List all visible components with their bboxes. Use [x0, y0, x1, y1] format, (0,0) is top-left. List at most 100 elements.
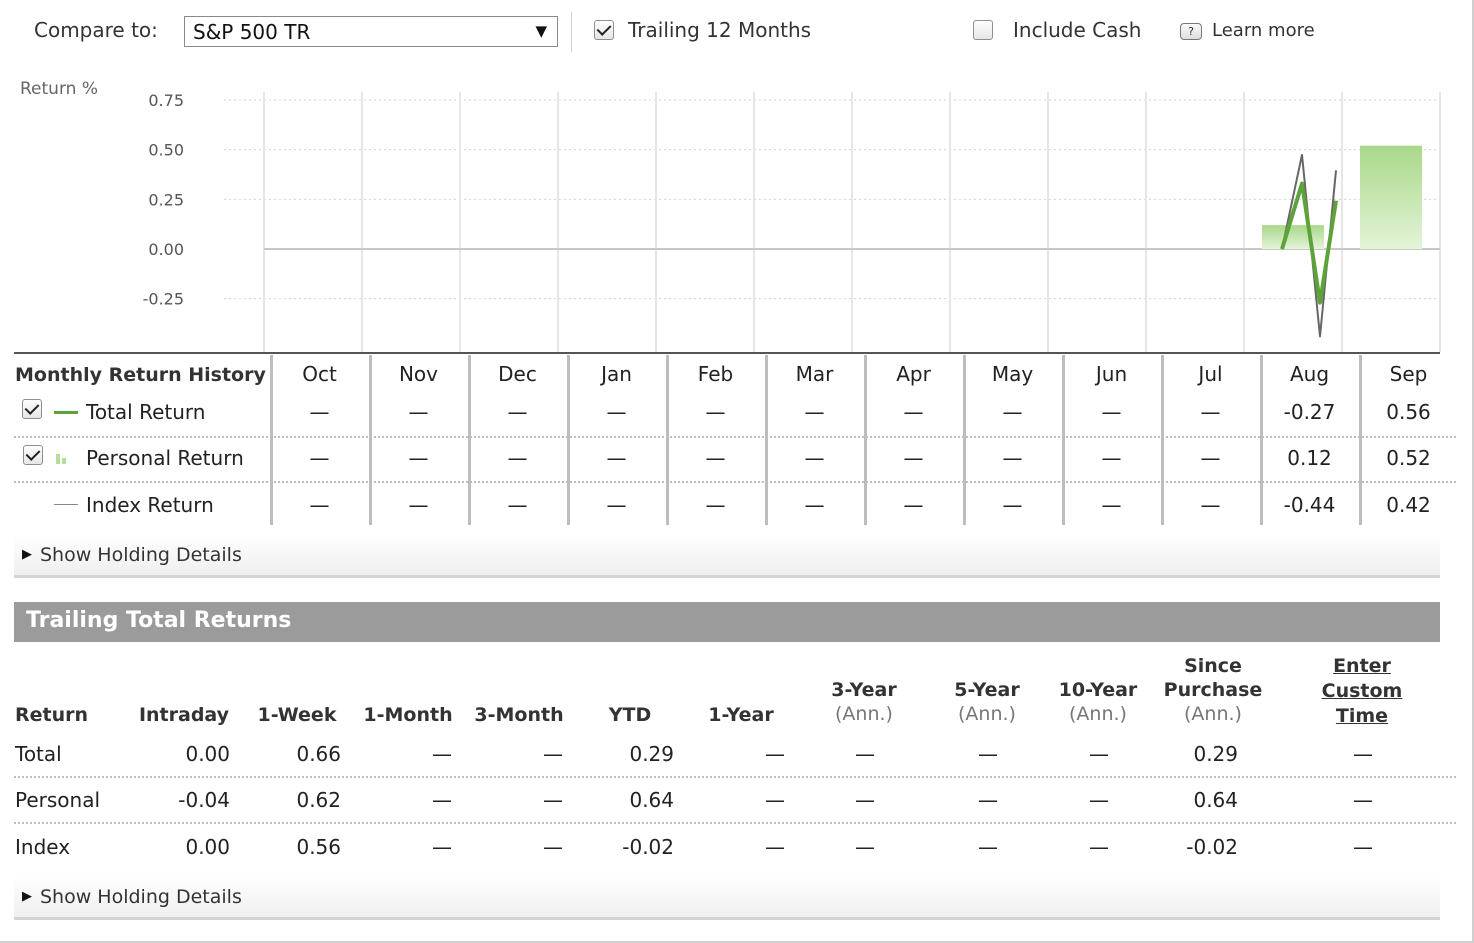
trailing-value-cell: 0.64 — [1193, 788, 1238, 812]
column-header-sub: (Ann.) — [835, 703, 893, 725]
monthly-value-cell: — — [1101, 400, 1122, 424]
column-header: 1-Year — [708, 704, 774, 726]
monthly-value-cell: — — [804, 446, 825, 470]
enter-custom-time-link[interactable]: Enter Custom Time — [1297, 654, 1427, 729]
trailing-value-cell: -0.02 — [1186, 835, 1238, 859]
series-toggle-checkbox[interactable] — [23, 445, 43, 465]
learn-more-link[interactable]: Learn more — [1212, 20, 1315, 41]
trailing-label[interactable]: Trailing 12 Months — [628, 18, 811, 42]
trailing-value-cell: — — [432, 742, 452, 766]
toolbar-divider — [571, 12, 572, 52]
personal-return-bar — [1360, 145, 1422, 249]
total-legend-icon — [54, 411, 78, 414]
trailing-value-cell: 0.00 — [185, 742, 230, 766]
expand-triangle-icon: ▶ — [22, 547, 32, 562]
month-header: Oct — [302, 362, 337, 386]
column-header-label: 3-Year — [831, 679, 897, 701]
trailing-value-cell: — — [432, 835, 452, 859]
trailing-value-cell: — — [855, 788, 875, 812]
show-holding-details-monthly[interactable]: ▶ Show Holding Details — [14, 534, 1440, 578]
monthly-table-title: Monthly Return History — [15, 364, 266, 386]
monthly-value-cell: — — [309, 446, 330, 470]
dropdown-arrow-icon: ▼ — [535, 22, 547, 40]
monthly-value-cell: 0.42 — [1386, 493, 1431, 517]
row-divider — [14, 481, 1456, 483]
row-divider — [14, 776, 1456, 778]
trailing-value-cell: 0.64 — [629, 788, 674, 812]
column-header-label: Since Purchase — [1163, 655, 1263, 701]
column-header-return: Return — [15, 704, 89, 726]
toolbar: Compare to: S&P 500 TR ▼ Trailing 12 Mon… — [0, 0, 1470, 62]
index-legend-icon — [54, 504, 78, 505]
column-header: 3-Year (Ann.) — [799, 678, 929, 726]
monthly-value-cell: — — [1002, 493, 1023, 517]
trailing-value-cell: — — [978, 788, 998, 812]
monthly-value-cell: — — [705, 400, 726, 424]
monthly-value-cell: — — [1101, 493, 1122, 517]
trailing-value-cell: 0.29 — [629, 742, 674, 766]
trailing-value-cell: — — [855, 742, 875, 766]
column-header-sub: (Ann.) — [1069, 703, 1127, 725]
monthly-value-cell: -0.27 — [1283, 400, 1336, 424]
trailing-row-label: Total — [15, 742, 62, 766]
monthly-value-cell: — — [606, 400, 627, 424]
include-cash-label[interactable]: Include Cash — [1013, 18, 1141, 42]
month-header: Jan — [601, 362, 632, 386]
column-header: Since Purchase (Ann.) — [1148, 654, 1278, 726]
trailing-value-cell: — — [432, 788, 452, 812]
monthly-value-cell: — — [408, 446, 429, 470]
series-row-label: Personal Return — [86, 446, 244, 470]
trailing-value-cell: — — [1089, 742, 1109, 766]
month-header: Dec — [498, 362, 537, 386]
series-toggle-checkbox[interactable] — [22, 399, 42, 419]
compare-label: Compare to: — [34, 18, 158, 42]
show-holding-details-trailing[interactable]: ▶ Show Holding Details — [14, 876, 1440, 920]
monthly-value-cell: — — [1101, 446, 1122, 470]
chart-svg: Return % 0.75 0.50 0.25 0.00 -0.25 — [20, 79, 1441, 352]
month-header: Jun — [1095, 362, 1128, 386]
monthly-value-cell: -0.44 — [1283, 493, 1336, 517]
compare-select[interactable]: S&P 500 TR ▼ — [184, 16, 558, 47]
trailing-value-cell: 0.00 — [185, 835, 230, 859]
include-cash-checkbox[interactable] — [973, 20, 993, 40]
month-header: Apr — [896, 362, 931, 386]
monthly-value-cell: — — [1200, 446, 1221, 470]
month-header: Sep — [1389, 362, 1428, 386]
trailing-value-cell: — — [1353, 742, 1373, 766]
trailing-value-cell: — — [543, 742, 563, 766]
monthly-value-cell: — — [804, 400, 825, 424]
monthly-value-cell: 0.52 — [1386, 446, 1431, 470]
trailing-checkbox[interactable] — [594, 20, 614, 40]
y-tick-label: 0.75 — [148, 91, 184, 110]
monthly-value-cell: 0.12 — [1287, 446, 1332, 470]
trailing-value-cell: -0.04 — [178, 788, 230, 812]
monthly-value-cell: — — [1002, 446, 1023, 470]
month-header: Jul — [1198, 362, 1223, 386]
row-divider — [14, 436, 1456, 438]
personal-return-bar — [1262, 225, 1324, 249]
series-row-label: Index Return — [86, 493, 214, 517]
trailing-value-cell: 0.29 — [1193, 742, 1238, 766]
trailing-row-label: Index — [15, 835, 71, 859]
monthly-value-cell: — — [507, 446, 528, 470]
trailing-value-cell: 0.62 — [296, 788, 341, 812]
monthly-value-cell: — — [705, 493, 726, 517]
monthly-value-cell: — — [408, 400, 429, 424]
show-holding-details-label: Show Holding Details — [40, 544, 242, 566]
enter-custom-time-text[interactable]: Enter Custom Time — [1322, 655, 1403, 727]
trailing-returns-header: Trailing Total Returns — [14, 602, 1440, 642]
monthly-value-cell: — — [804, 493, 825, 517]
trailing-value-cell: 0.66 — [296, 742, 341, 766]
trailing-value-cell: — — [978, 742, 998, 766]
monthly-value-cell: — — [903, 400, 924, 424]
y-tick-label: -0.25 — [143, 290, 184, 309]
monthly-value-cell: — — [1002, 400, 1023, 424]
trailing-value-cell: — — [1353, 788, 1373, 812]
monthly-value-cell: — — [507, 400, 528, 424]
trailing-value-cell: -0.02 — [622, 835, 674, 859]
month-header: May — [991, 362, 1034, 386]
month-header: Nov — [398, 362, 439, 386]
help-icon[interactable]: ? — [1180, 23, 1202, 40]
column-header-label: 10-Year — [1058, 679, 1138, 701]
y-axis-label: Return % — [20, 79, 98, 99]
